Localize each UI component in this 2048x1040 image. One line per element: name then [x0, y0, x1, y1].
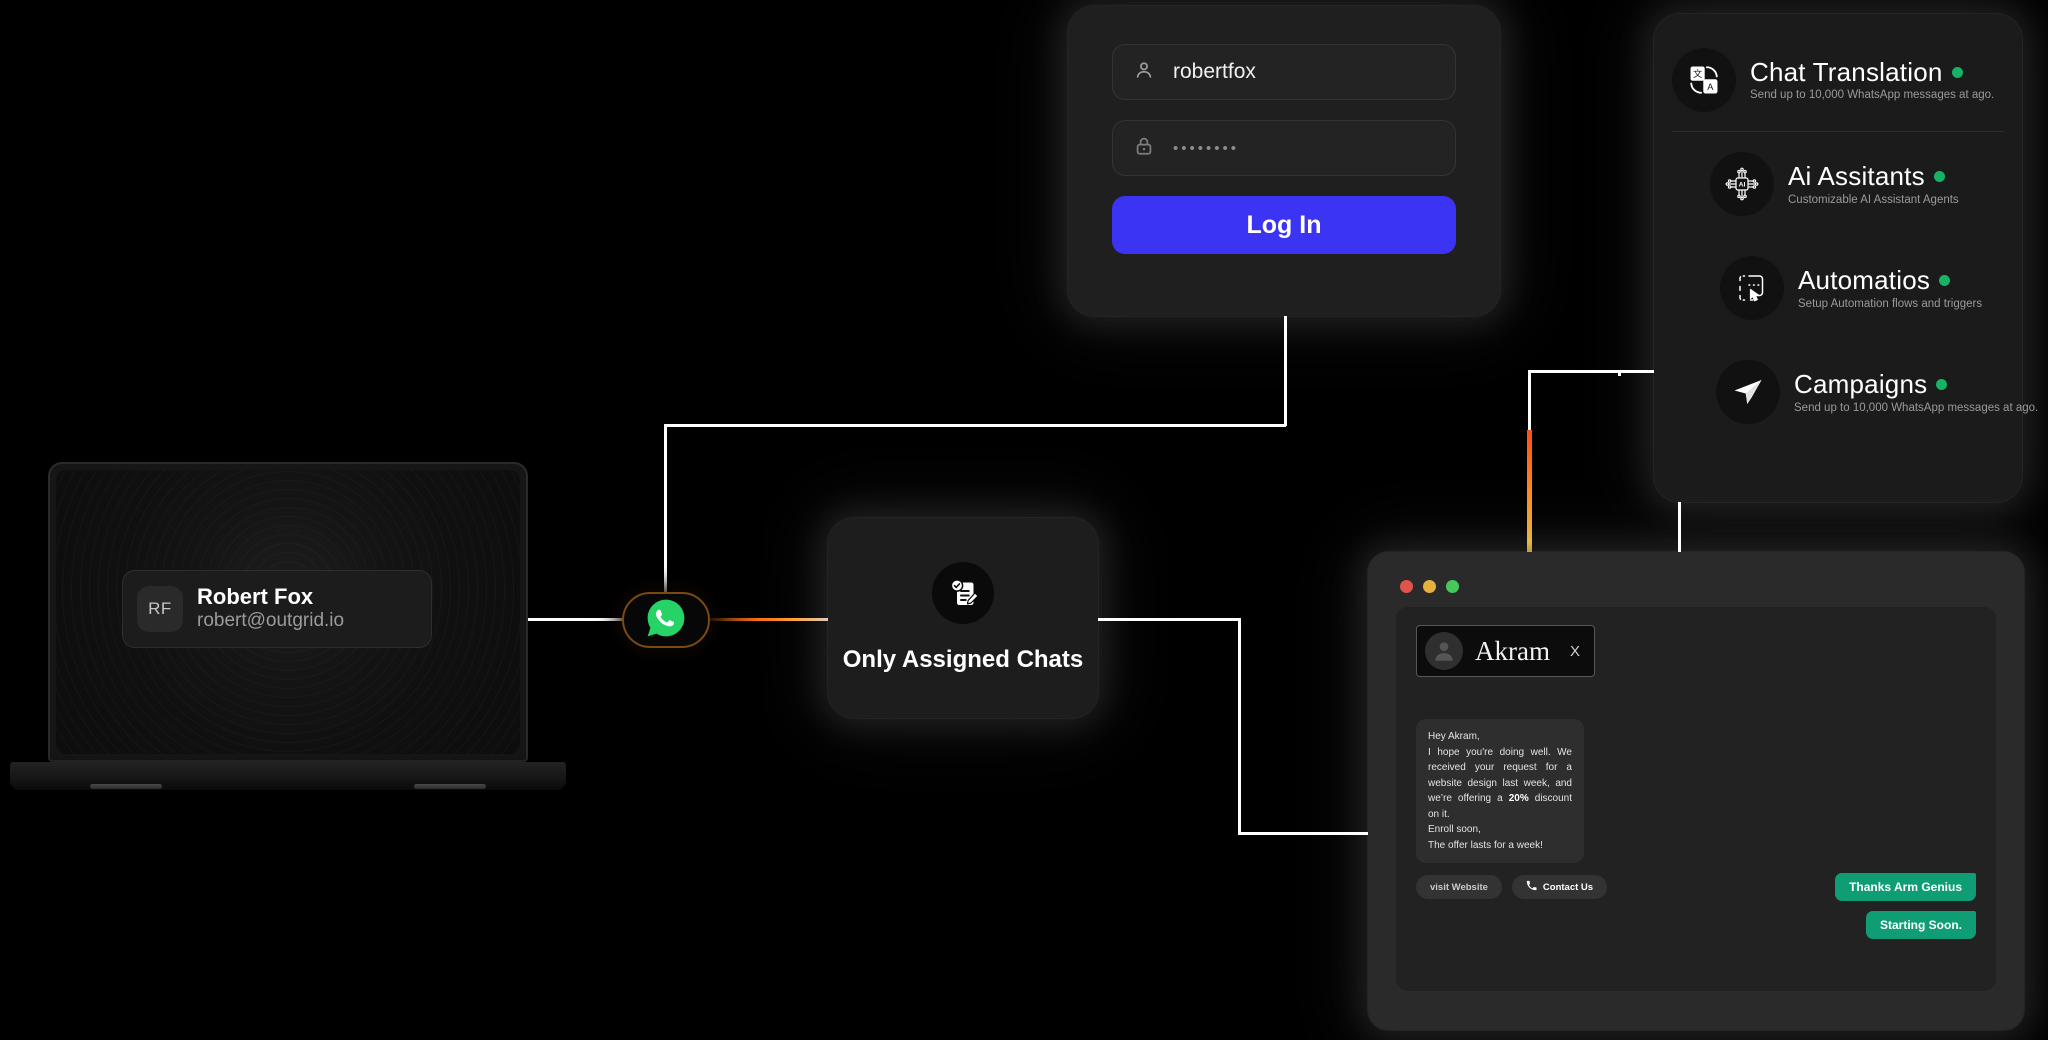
feature-title-wrap: Automatios	[1798, 266, 1982, 295]
feature-text: Automatios Setup Automation flows and tr…	[1798, 266, 1982, 310]
user-name: Robert Fox	[197, 584, 314, 610]
message-bubble: Hey Akram, I hope you're doing well. We …	[1416, 719, 1584, 863]
password-input[interactable]: ••••••••	[1173, 140, 1239, 157]
user-identity: Robert Fox robert@outgrid.io	[197, 585, 344, 632]
contact-chip[interactable]: Akram X	[1416, 625, 1595, 677]
message-line-3: The offer lasts for a week!	[1428, 839, 1543, 851]
user-profile-card[interactable]: RF Robert Fox robert@outgrid.io	[122, 570, 432, 648]
feature-subtitle: Send up to 10,000 WhatsApp messages at a…	[1794, 401, 2039, 414]
feature-subtitle: Send up to 10,000 WhatsApp messages at a…	[1750, 89, 1995, 102]
feature-text: Chat Translation Send up to 10,000 Whats…	[1750, 58, 1994, 102]
username-field[interactable]: robertfox	[1112, 44, 1456, 100]
message-paragraph: I hope you're doing well. We received yo…	[1428, 745, 1572, 823]
visit-website-button[interactable]: visit Website	[1416, 875, 1502, 899]
login-card: robertfox •••••••• Log In	[1068, 6, 1500, 316]
message-line-2: Enroll soon,	[1428, 824, 1481, 835]
window-traffic-lights	[1400, 580, 1996, 593]
svg-text:A: A	[1707, 81, 1714, 91]
status-dot	[1936, 379, 1948, 390]
feature-row-campaigns[interactable]: Campaigns Send up to 10,000 WhatsApp mes…	[1672, 340, 2039, 444]
reply-bubble: Starting Soon.	[1866, 911, 1976, 939]
laptop-foot-left	[90, 784, 162, 789]
connector-chat-drop	[1238, 618, 1241, 834]
feature-title-wrap: Campaigns	[1794, 370, 2004, 399]
assigned-task-icon	[932, 562, 994, 624]
whatsapp-node[interactable]	[622, 592, 710, 648]
user-icon	[1133, 59, 1155, 86]
user-email: robert@outgrid.io	[197, 610, 345, 632]
reply-bubble: Thanks Arm Genius	[1835, 873, 1976, 901]
feature-title: Chat Translation	[1750, 56, 1943, 87]
avatar: RF	[137, 586, 183, 632]
user-avatar-icon	[1425, 632, 1463, 670]
maximize-window-button[interactable]	[1446, 580, 1459, 593]
ai-chip-icon: AI	[1710, 152, 1774, 216]
contact-name: Akram	[1475, 635, 1550, 666]
feature-title: Ai Assitants	[1788, 161, 1925, 192]
connector-panel-elbow	[1528, 370, 1620, 373]
chat-body: Akram X Hey Akram, I hope you're doing w…	[1396, 607, 1996, 991]
connector-top-left-run	[664, 424, 1244, 427]
connector-assigned-out	[1098, 618, 1240, 621]
translate-icon: 文 A	[1672, 47, 1736, 112]
status-dot	[1939, 275, 1951, 286]
connector-riser-left	[664, 424, 667, 620]
connector-login-elbow	[1242, 424, 1286, 427]
chat-window: Akram X Hey Akram, I hope you're doing w…	[1368, 552, 2024, 1030]
login-button[interactable]: Log In	[1112, 196, 1456, 254]
connector-chat-in	[1238, 832, 1368, 835]
laptop-foot-right	[414, 784, 486, 789]
close-icon[interactable]: X	[1570, 643, 1580, 660]
svg-text:AI: AI	[1739, 182, 1746, 189]
status-dot	[1951, 66, 1963, 78]
connector-login-drop	[1284, 300, 1287, 426]
phone-icon	[1526, 880, 1537, 894]
feature-text: Ai Assitants Customizable AI Assistant A…	[1788, 162, 1959, 206]
password-field[interactable]: ••••••••	[1112, 120, 1456, 176]
feature-title-wrap: Ai Assitants	[1788, 162, 1959, 191]
connector-whatsapp-to-assigned	[706, 618, 834, 621]
feature-title-wrap: Chat Translation	[1750, 58, 1994, 87]
minimize-window-button[interactable]	[1423, 580, 1436, 593]
svg-text:文: 文	[1693, 68, 1702, 80]
reply-bubbles: Thanks Arm Genius Starting Soon.	[1835, 873, 1976, 939]
send-plane-icon	[1716, 360, 1780, 424]
feature-row-chat-translation[interactable]: 文 A Chat Translation Send up to 10,000 W…	[1672, 28, 2004, 132]
discount-highlight: 20%	[1508, 793, 1529, 804]
feature-panel: 文 A Chat Translation Send up to 10,000 W…	[1654, 14, 2039, 502]
diagram-canvas: RF Robert Fox robert@outgrid.io robertfo…	[0, 0, 2048, 1040]
connector-laptop-to-whatsapp	[528, 618, 628, 621]
connector-panel-amber	[1527, 430, 1532, 570]
automation-click-icon	[1720, 256, 1784, 320]
feature-row-ai-assistants[interactable]: AI Ai Assitants Customizable AI Assistan…	[1672, 132, 2004, 236]
message-greeting: Hey Akram,	[1428, 731, 1480, 742]
close-window-button[interactable]	[1400, 580, 1413, 593]
contact-us-button[interactable]: Contact Us	[1511, 875, 1608, 899]
contact-us-label: Contact Us	[1542, 881, 1594, 893]
feature-subtitle: Setup Automation flows and triggers	[1798, 297, 1983, 310]
feature-subtitle: Customizable AI Assistant Agents	[1788, 193, 1959, 206]
feature-title: Automatios	[1798, 265, 1931, 296]
feature-title: Campaigns	[1794, 369, 1928, 400]
username-input[interactable]: robertfox	[1173, 60, 1256, 84]
assigned-chats-card[interactable]: Only Assigned Chats	[828, 518, 1098, 718]
avatar-initials: RF	[148, 599, 172, 618]
feature-text: Campaigns Send up to 10,000 WhatsApp mes…	[1794, 370, 2039, 414]
status-dot	[1933, 171, 1945, 182]
assigned-chats-title: Only Assigned Chats	[842, 646, 1084, 673]
whatsapp-icon	[645, 597, 687, 644]
feature-row-automations[interactable]: Automatios Setup Automation flows and tr…	[1672, 236, 2004, 340]
lock-icon	[1133, 135, 1155, 162]
